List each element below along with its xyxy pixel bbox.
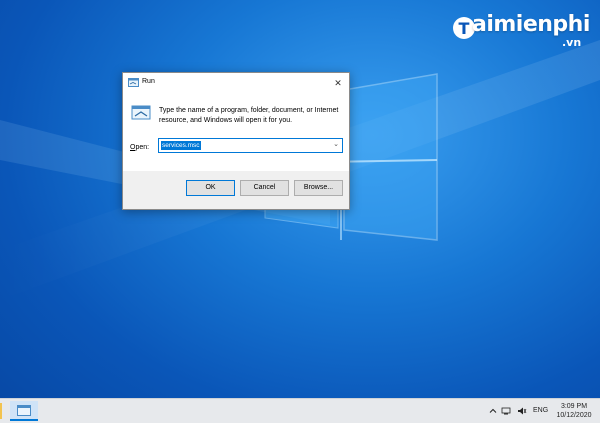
clock-time: 3:09 PM xyxy=(560,403,588,410)
close-icon: ✕ xyxy=(334,78,342,88)
dialog-description: Type the name of a program, folder, docu… xyxy=(159,107,339,124)
run-icon xyxy=(131,105,151,120)
dialog-title: Run xyxy=(142,78,155,85)
open-label-text: pen: xyxy=(135,144,150,151)
dialog-body: Type the name of a program, folder, docu… xyxy=(123,93,349,171)
run-icon xyxy=(128,78,139,87)
open-combobox[interactable]: services.msc ⌄ xyxy=(158,138,343,153)
taskbar: ENG 3:09 PM 10/12/2020 xyxy=(0,398,600,423)
ok-button[interactable]: OK xyxy=(186,180,235,196)
clock-date: 10/12/2020 xyxy=(556,412,592,419)
close-button[interactable]: ✕ xyxy=(327,73,349,93)
open-input-value[interactable]: services.msc xyxy=(161,141,201,150)
clock[interactable]: 3:09 PM 10/12/2020 xyxy=(552,402,596,420)
taskbar-edge xyxy=(0,403,2,419)
network-icon[interactable] xyxy=(501,406,511,416)
site-watermark: T aimienphi .vn xyxy=(452,10,592,54)
browse-button[interactable]: Browse... xyxy=(294,180,343,196)
open-label: Open: xyxy=(130,144,149,151)
svg-text:T: T xyxy=(459,19,470,38)
watermark-suffix: .vn xyxy=(562,36,582,49)
chevron-up-icon[interactable] xyxy=(488,406,498,416)
dialog-titlebar[interactable]: Run ✕ xyxy=(123,73,349,93)
volume-icon[interactable] xyxy=(517,406,527,416)
taskbar-run-app[interactable] xyxy=(10,401,38,421)
language-indicator[interactable]: ENG xyxy=(533,407,548,414)
run-icon xyxy=(17,405,31,416)
run-dialog: Run ✕ Type the name of a program, folder… xyxy=(122,72,350,210)
watermark-brand: aimienphi xyxy=(472,12,590,37)
chevron-down-icon[interactable]: ⌄ xyxy=(333,140,339,148)
cancel-button[interactable]: Cancel xyxy=(240,180,289,196)
